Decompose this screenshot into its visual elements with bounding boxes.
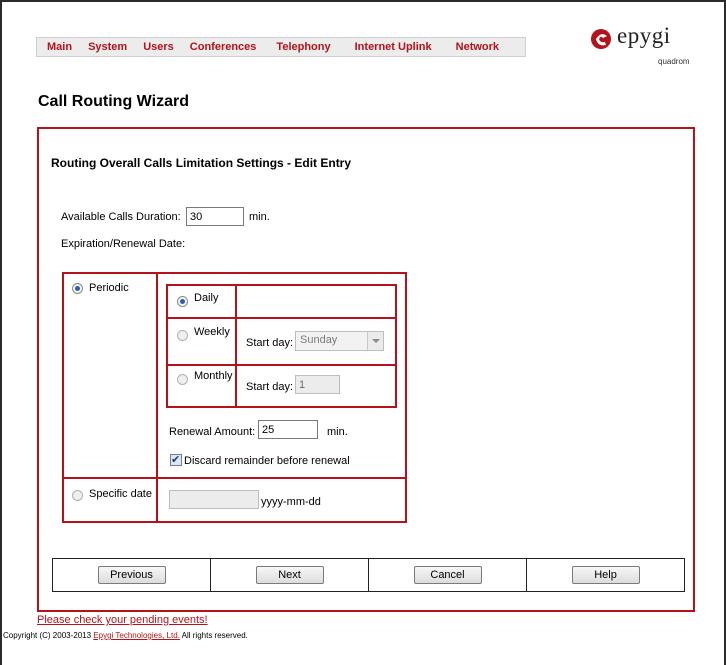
wizard-button-bar: Previous Next Cancel Help <box>52 558 685 592</box>
epygi-technologies-link[interactable]: Epygi Technologies, Ltd. <box>93 631 180 640</box>
expiration-table-row-divider <box>62 477 407 479</box>
button-cell-previous: Previous <box>53 559 211 591</box>
discard-label: Discard remainder before renewal <box>184 455 350 467</box>
nav-main[interactable]: Main <box>47 41 72 53</box>
copyright-suffix: All rights reserved. <box>179 631 248 640</box>
nav-internet-uplink[interactable]: Internet Uplink <box>355 41 432 53</box>
nav-conferences[interactable]: Conferences <box>190 41 257 53</box>
page-title: Call Routing Wizard <box>38 93 189 110</box>
weekly-start-select[interactable]: Sunday <box>295 331 384 351</box>
weekly-radio[interactable] <box>177 330 188 341</box>
renewal-label: Renewal Amount: <box>169 426 256 438</box>
weekly-start-label: Start day: <box>246 337 294 349</box>
weekly-label: Weekly <box>194 326 230 338</box>
top-nav: Main System Users Conferences Telephony … <box>36 37 526 57</box>
expiration-label: Expiration/Renewal Date: <box>61 238 186 250</box>
button-cell-next: Next <box>211 559 369 591</box>
button-cell-cancel: Cancel <box>369 559 527 591</box>
renewal-input[interactable] <box>258 420 318 439</box>
next-button[interactable]: Next <box>255 566 324 584</box>
specific-date-radio[interactable] <box>72 490 83 501</box>
periodic-radio[interactable] <box>72 283 83 294</box>
nav-system[interactable]: System <box>88 41 127 53</box>
duration-unit: min. <box>249 211 270 223</box>
nav-users[interactable]: Users <box>143 41 174 53</box>
periodic-label: Periodic <box>89 282 129 294</box>
epygi-logo: epygi quadrom <box>590 22 710 72</box>
frequency-row-divider-2 <box>166 364 397 366</box>
duration-label: Available Calls Duration: <box>61 211 181 223</box>
copyright-prefix: Copyright (C) 2003-2013 <box>3 631 94 640</box>
daily-radio[interactable] <box>177 296 188 307</box>
duration-input[interactable] <box>186 207 244 226</box>
logo-wordmark: epygi <box>617 23 671 48</box>
copyright: Copyright (C) 2003-2013 Epygi Technologi… <box>3 631 248 640</box>
frequency-table-divider <box>235 284 237 408</box>
weekly-start-value: Sunday <box>300 334 338 346</box>
monthly-start-input[interactable] <box>295 375 340 394</box>
pending-events-link[interactable]: Please check your pending events! <box>37 614 208 626</box>
nav-network[interactable]: Network <box>456 41 499 53</box>
expiration-table-divider <box>156 272 158 523</box>
specific-date-format: yyyy-mm-dd <box>261 496 321 508</box>
epygi-logo-mark-icon <box>591 29 611 49</box>
help-button[interactable]: Help <box>571 566 640 584</box>
previous-button[interactable]: Previous <box>97 566 166 584</box>
chevron-down-icon <box>367 332 383 350</box>
renewal-unit: min. <box>327 426 348 438</box>
discard-checkbox[interactable] <box>170 453 182 466</box>
section-title: Routing Overall Calls Limitation Setting… <box>51 156 352 170</box>
frequency-row-divider-1 <box>166 317 397 319</box>
monthly-start-label: Start day: <box>246 381 294 393</box>
daily-label: Daily <box>194 292 219 304</box>
specific-date-label: Specific date <box>89 488 152 500</box>
logo-subtitle: quadrom <box>658 57 690 66</box>
button-cell-help: Help <box>527 559 684 591</box>
cancel-button[interactable]: Cancel <box>413 566 482 584</box>
specific-date-input[interactable] <box>169 490 259 509</box>
nav-telephony[interactable]: Telephony <box>276 41 330 53</box>
monthly-radio[interactable] <box>177 374 188 385</box>
monthly-label: Monthly <box>194 370 233 382</box>
